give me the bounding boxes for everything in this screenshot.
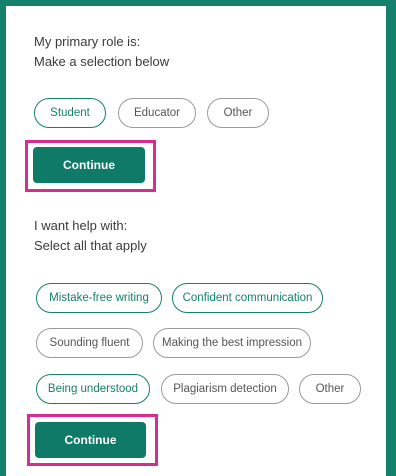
help-option-plagiarism-detection[interactable]: Plagiarism detection	[161, 374, 289, 404]
role-option-student[interactable]: Student	[34, 98, 106, 128]
role-option-other[interactable]: Other	[207, 98, 269, 128]
role-option-educator[interactable]: Educator	[118, 98, 196, 128]
role-continue-button[interactable]: Continue	[33, 147, 145, 183]
help-instruction: Select all that apply	[34, 238, 147, 253]
panel-border-left	[0, 0, 6, 476]
help-continue-button[interactable]: Continue	[35, 422, 146, 458]
help-question: I want help with:	[34, 218, 128, 233]
help-option-being-understood[interactable]: Being understood	[36, 374, 150, 404]
help-option-mistake-free-writing[interactable]: Mistake-free writing	[36, 283, 162, 313]
help-option-making-best-impression[interactable]: Making the best impression	[153, 328, 311, 358]
help-option-sounding-fluent[interactable]: Sounding fluent	[36, 328, 143, 358]
role-instruction: Make a selection below	[34, 54, 170, 69]
panel-border-right	[386, 0, 396, 476]
role-question: My primary role is:	[34, 34, 141, 49]
help-option-confident-communication[interactable]: Confident communication	[172, 283, 323, 313]
help-option-other[interactable]: Other	[299, 374, 361, 404]
onboarding-panel: My primary role is: Make a selection bel…	[0, 0, 396, 476]
panel-border-top	[0, 0, 396, 6]
